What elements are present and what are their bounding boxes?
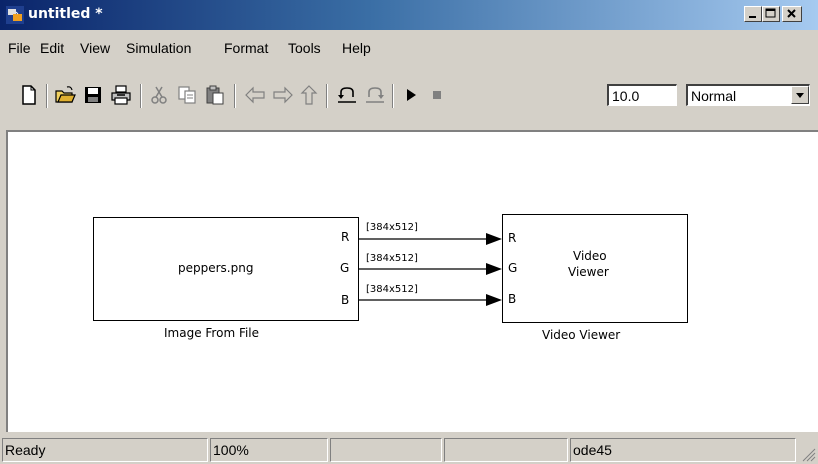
copy-icon[interactable] — [176, 84, 198, 106]
print-icon[interactable] — [110, 84, 132, 106]
menu-simulation[interactable]: Simulation — [126, 40, 191, 56]
stop-time-field[interactable]: 10.0 — [607, 84, 677, 106]
menu-bar: File Edit View Simulation Format Tools H… — [0, 36, 818, 58]
redo-icon[interactable] — [364, 84, 386, 106]
toolbar-separator — [234, 84, 236, 108]
video-viewer-text-line2: Viewer — [568, 265, 609, 279]
dropdown-button[interactable] — [791, 86, 809, 104]
toolbar-separator — [326, 84, 328, 108]
back-icon[interactable] — [244, 84, 266, 106]
signal-dimension-label-g: [384x512] — [366, 253, 418, 264]
status-bar: Ready 100% ode45 — [0, 434, 818, 464]
minimize-icon — [749, 16, 756, 18]
menu-tools[interactable]: Tools — [288, 40, 321, 56]
start-simulation-icon[interactable] — [400, 84, 422, 106]
menu-format[interactable]: Format — [224, 40, 268, 56]
forward-icon[interactable] — [272, 84, 294, 106]
status-message: Ready — [2, 438, 208, 462]
resize-grip-icon[interactable] — [800, 446, 816, 462]
simulink-app-icon[interactable] — [6, 6, 24, 24]
signal-arrow-g — [486, 263, 502, 275]
up-icon[interactable] — [298, 84, 320, 106]
menu-file[interactable]: File — [8, 40, 31, 56]
model-canvas[interactable]: peppers.png R G B Image From File [384x5… — [6, 130, 818, 432]
minimize-button[interactable] — [744, 6, 762, 22]
simulink-window: untitled * File Edit View Simulation For… — [0, 0, 818, 464]
title-bar[interactable]: untitled * — [0, 0, 818, 30]
stop-simulation-icon[interactable] — [426, 84, 448, 106]
signal-dimension-label-b: [384x512] — [366, 284, 418, 295]
maximize-button[interactable] — [762, 6, 780, 22]
signal-lines — [359, 233, 502, 306]
input-port-b-label: B — [508, 292, 517, 306]
input-port-r-label: R — [508, 231, 517, 245]
video-viewer-block[interactable]: R G B Video Viewer — [502, 214, 688, 323]
new-model-icon[interactable] — [18, 84, 40, 106]
simulation-mode-value: Normal — [691, 88, 737, 104]
cut-icon[interactable] — [148, 84, 170, 106]
video-viewer-block-name: Video Viewer — [542, 328, 621, 342]
signal-dimension-label-r: [384x512] — [366, 222, 418, 233]
close-icon — [787, 9, 796, 18]
zoom-level: 100% — [210, 438, 328, 462]
toolbar-separator — [392, 84, 394, 108]
maximize-icon — [765, 8, 776, 18]
solver-name: ode45 — [570, 438, 796, 462]
toolbar-separator — [46, 84, 48, 108]
menu-view[interactable]: View — [80, 40, 110, 56]
signal-arrow-r — [486, 233, 502, 245]
close-button[interactable] — [782, 6, 802, 22]
status-pane-blank-1 — [330, 438, 442, 462]
input-port-g-label: G — [508, 261, 518, 275]
paste-icon[interactable] — [204, 84, 226, 106]
undo-icon[interactable] — [336, 84, 358, 106]
toolbar-separator — [140, 84, 142, 108]
status-pane-blank-2 — [444, 438, 568, 462]
simulation-mode-select[interactable]: Normal — [686, 84, 810, 106]
window-title: untitled * — [28, 6, 103, 22]
chevron-down-icon — [796, 93, 804, 98]
save-icon[interactable] — [82, 84, 104, 106]
signal-arrow-b — [486, 294, 502, 306]
video-viewer-text-line1: Video — [573, 249, 607, 263]
menu-edit[interactable]: Edit — [40, 40, 64, 56]
menu-help[interactable]: Help — [342, 40, 371, 56]
open-icon[interactable] — [54, 84, 76, 106]
